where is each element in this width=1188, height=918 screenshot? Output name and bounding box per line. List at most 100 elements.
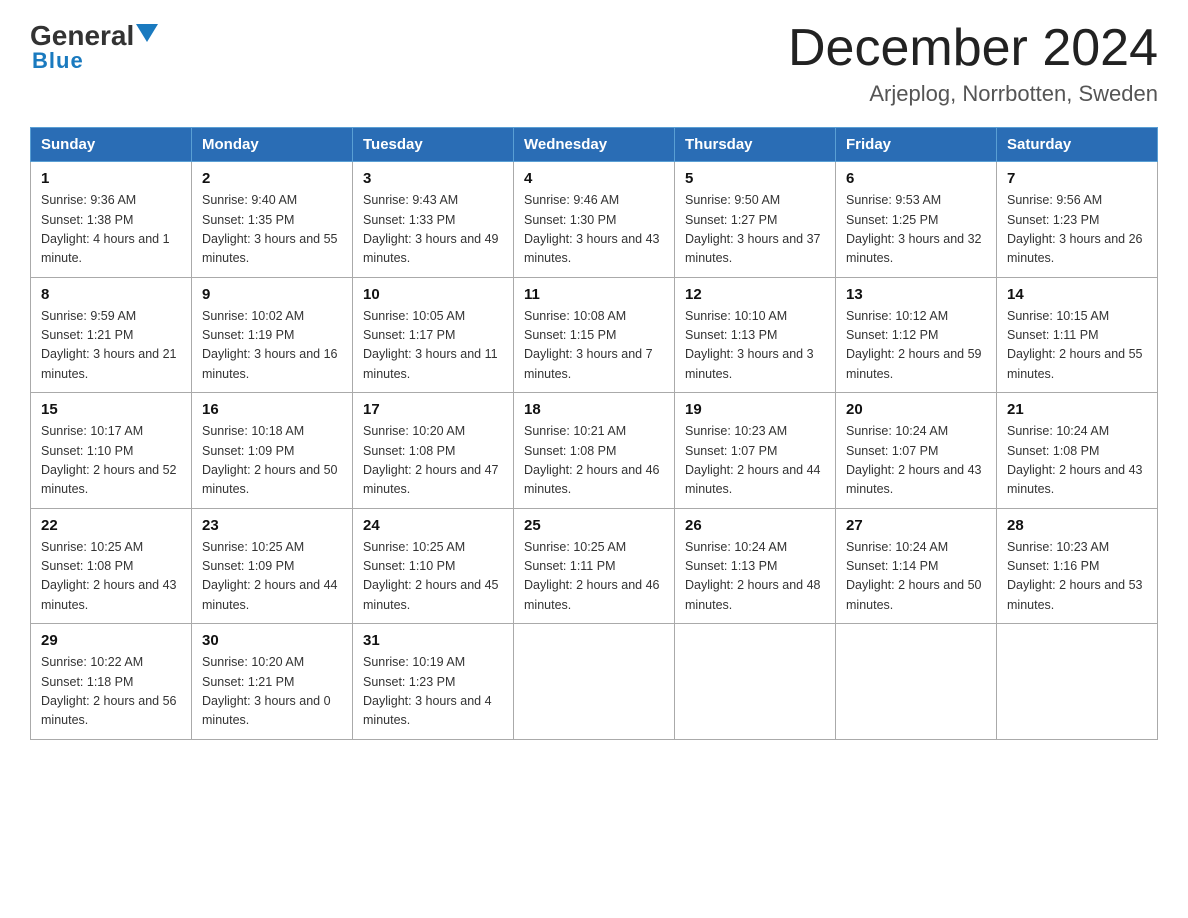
calendar-week-5: 29 Sunrise: 10:22 AMSunset: 1:18 PMDaylig… xyxy=(31,624,1158,740)
calendar-week-3: 15 Sunrise: 10:17 AMSunset: 1:10 PMDaylig… xyxy=(31,393,1158,509)
calendar-cell: 19 Sunrise: 10:23 AMSunset: 1:07 PMDaylig… xyxy=(675,393,836,509)
day-number: 17 xyxy=(363,401,503,418)
day-info: Sunrise: 9:53 AMSunset: 1:25 PMDaylight:… xyxy=(846,191,986,269)
logo: General Blue xyxy=(30,20,158,74)
calendar-cell: 2 Sunrise: 9:40 AMSunset: 1:35 PMDaylight… xyxy=(192,162,353,278)
day-info: Sunrise: 9:46 AMSunset: 1:30 PMDaylight:… xyxy=(524,191,664,269)
day-number: 14 xyxy=(1007,286,1147,303)
calendar-header-row: Sunday Monday Tuesday Wednesday Thursday… xyxy=(31,128,1158,162)
month-title: December 2024 xyxy=(788,20,1158,77)
day-info: Sunrise: 9:36 AMSunset: 1:38 PMDaylight:… xyxy=(41,191,181,269)
day-info: Sunrise: 10:02 AMSunset: 1:19 PMDaylight… xyxy=(202,307,342,385)
calendar-cell: 1Sunrise: 9:36 AMSunset: 1:38 PMDaylight… xyxy=(31,162,192,278)
col-friday: Friday xyxy=(836,128,997,162)
day-info: Sunrise: 10:20 AMSunset: 1:08 PMDaylight… xyxy=(363,422,503,500)
day-info: Sunrise: 9:59 AMSunset: 1:21 PMDaylight:… xyxy=(41,307,181,385)
calendar-cell: 31 Sunrise: 10:19 AMSunset: 1:23 PMDaylig… xyxy=(353,624,514,740)
calendar-cell: 10Sunrise: 10:05 AMSunset: 1:17 PMDaylig… xyxy=(353,277,514,393)
day-info: Sunrise: 10:20 AMSunset: 1:21 PMDaylight… xyxy=(202,653,342,731)
calendar-week-2: 8 Sunrise: 9:59 AMSunset: 1:21 PMDaylight… xyxy=(31,277,1158,393)
day-info: Sunrise: 10:19 AMSunset: 1:23 PMDaylight… xyxy=(363,653,503,731)
calendar-week-4: 22Sunrise: 10:25 AMSunset: 1:08 PMDaylig… xyxy=(31,508,1158,624)
calendar-cell xyxy=(836,624,997,740)
day-number: 20 xyxy=(846,401,986,418)
title-section: December 2024 Arjeplog, Norrbotten, Swed… xyxy=(788,20,1158,107)
calendar-cell: 15 Sunrise: 10:17 AMSunset: 1:10 PMDaylig… xyxy=(31,393,192,509)
col-wednesday: Wednesday xyxy=(514,128,675,162)
calendar-cell: 21 Sunrise: 10:24 AMSunset: 1:08 PMDaylig… xyxy=(997,393,1158,509)
day-number: 26 xyxy=(685,517,825,534)
day-info: Sunrise: 9:40 AMSunset: 1:35 PMDaylight:… xyxy=(202,191,342,269)
day-info: Sunrise: 10:24 AMSunset: 1:07 PMDaylight… xyxy=(846,422,986,500)
day-number: 31 xyxy=(363,632,503,649)
day-number: 9 xyxy=(202,286,342,303)
calendar-table: Sunday Monday Tuesday Wednesday Thursday… xyxy=(30,127,1158,740)
day-number: 12 xyxy=(685,286,825,303)
calendar-cell: 13 Sunrise: 10:12 AMSunset: 1:12 PMDaylig… xyxy=(836,277,997,393)
calendar-cell: 5Sunrise: 9:50 AMSunset: 1:27 PMDaylight… xyxy=(675,162,836,278)
day-number: 29 xyxy=(41,632,181,649)
day-info: Sunrise: 10:18 AMSunset: 1:09 PMDaylight… xyxy=(202,422,342,500)
day-info: Sunrise: 10:12 AMSunset: 1:12 PMDaylight… xyxy=(846,307,986,385)
col-thursday: Thursday xyxy=(675,128,836,162)
calendar-cell: 24Sunrise: 10:25 AMSunset: 1:10 PMDaylig… xyxy=(353,508,514,624)
day-info: Sunrise: 10:23 AMSunset: 1:16 PMDaylight… xyxy=(1007,538,1147,616)
calendar-cell: 23 Sunrise: 10:25 AMSunset: 1:09 PMDaylig… xyxy=(192,508,353,624)
day-number: 7 xyxy=(1007,170,1147,187)
day-info: Sunrise: 10:21 AMSunset: 1:08 PMDaylight… xyxy=(524,422,664,500)
day-info: Sunrise: 9:56 AMSunset: 1:23 PMDaylight:… xyxy=(1007,191,1147,269)
calendar-cell: 14 Sunrise: 10:15 AMSunset: 1:11 PMDaylig… xyxy=(997,277,1158,393)
calendar-cell: 25Sunrise: 10:25 AMSunset: 1:11 PMDaylig… xyxy=(514,508,675,624)
day-number: 15 xyxy=(41,401,181,418)
calendar-cell: 28 Sunrise: 10:23 AMSunset: 1:16 PMDaylig… xyxy=(997,508,1158,624)
col-saturday: Saturday xyxy=(997,128,1158,162)
day-info: Sunrise: 10:10 AMSunset: 1:13 PMDaylight… xyxy=(685,307,825,385)
day-info: Sunrise: 10:25 AMSunset: 1:08 PMDaylight… xyxy=(41,538,181,616)
day-number: 8 xyxy=(41,286,181,303)
day-number: 30 xyxy=(202,632,342,649)
calendar-cell xyxy=(997,624,1158,740)
calendar-cell: 17 Sunrise: 10:20 AMSunset: 1:08 PMDaylig… xyxy=(353,393,514,509)
calendar-cell: 11 Sunrise: 10:08 AMSunset: 1:15 PMDaylig… xyxy=(514,277,675,393)
calendar-cell: 6Sunrise: 9:53 AMSunset: 1:25 PMDaylight… xyxy=(836,162,997,278)
calendar-cell: 22Sunrise: 10:25 AMSunset: 1:08 PMDaylig… xyxy=(31,508,192,624)
day-info: Sunrise: 10:24 AMSunset: 1:08 PMDaylight… xyxy=(1007,422,1147,500)
day-info: Sunrise: 10:24 AMSunset: 1:13 PMDaylight… xyxy=(685,538,825,616)
calendar-cell: 27 Sunrise: 10:24 AMSunset: 1:14 PMDaylig… xyxy=(836,508,997,624)
calendar-cell xyxy=(675,624,836,740)
day-info: Sunrise: 10:17 AMSunset: 1:10 PMDaylight… xyxy=(41,422,181,500)
day-number: 23 xyxy=(202,517,342,534)
day-number: 16 xyxy=(202,401,342,418)
day-number: 19 xyxy=(685,401,825,418)
day-number: 21 xyxy=(1007,401,1147,418)
col-sunday: Sunday xyxy=(31,128,192,162)
location-text: Arjeplog, Norrbotten, Sweden xyxy=(788,81,1158,107)
calendar-cell: 29 Sunrise: 10:22 AMSunset: 1:18 PMDaylig… xyxy=(31,624,192,740)
calendar-cell: 7 Sunrise: 9:56 AMSunset: 1:23 PMDaylight… xyxy=(997,162,1158,278)
calendar-cell: 30 Sunrise: 10:20 AMSunset: 1:21 PMDaylig… xyxy=(192,624,353,740)
day-info: Sunrise: 10:15 AMSunset: 1:11 PMDaylight… xyxy=(1007,307,1147,385)
day-number: 2 xyxy=(202,170,342,187)
day-info: Sunrise: 10:08 AMSunset: 1:15 PMDaylight… xyxy=(524,307,664,385)
calendar-cell: 20 Sunrise: 10:24 AMSunset: 1:07 PMDaylig… xyxy=(836,393,997,509)
day-number: 25 xyxy=(524,517,664,534)
day-number: 13 xyxy=(846,286,986,303)
calendar-cell: 9 Sunrise: 10:02 AMSunset: 1:19 PMDayligh… xyxy=(192,277,353,393)
calendar-week-1: 1Sunrise: 9:36 AMSunset: 1:38 PMDaylight… xyxy=(31,162,1158,278)
day-number: 27 xyxy=(846,517,986,534)
calendar-cell: 26 Sunrise: 10:24 AMSunset: 1:13 PMDaylig… xyxy=(675,508,836,624)
day-info: Sunrise: 10:25 AMSunset: 1:09 PMDaylight… xyxy=(202,538,342,616)
day-number: 4 xyxy=(524,170,664,187)
day-info: Sunrise: 10:24 AMSunset: 1:14 PMDaylight… xyxy=(846,538,986,616)
day-info: Sunrise: 9:43 AMSunset: 1:33 PMDaylight:… xyxy=(363,191,503,269)
day-info: Sunrise: 10:05 AMSunset: 1:17 PMDaylight… xyxy=(363,307,503,385)
day-number: 28 xyxy=(1007,517,1147,534)
day-number: 24 xyxy=(363,517,503,534)
day-info: Sunrise: 10:23 AMSunset: 1:07 PMDaylight… xyxy=(685,422,825,500)
day-info: Sunrise: 10:22 AMSunset: 1:18 PMDaylight… xyxy=(41,653,181,731)
day-number: 18 xyxy=(524,401,664,418)
calendar-cell xyxy=(514,624,675,740)
calendar-cell: 12 Sunrise: 10:10 AMSunset: 1:13 PMDaylig… xyxy=(675,277,836,393)
logo-arrow-icon xyxy=(136,24,158,42)
day-number: 11 xyxy=(524,286,664,303)
